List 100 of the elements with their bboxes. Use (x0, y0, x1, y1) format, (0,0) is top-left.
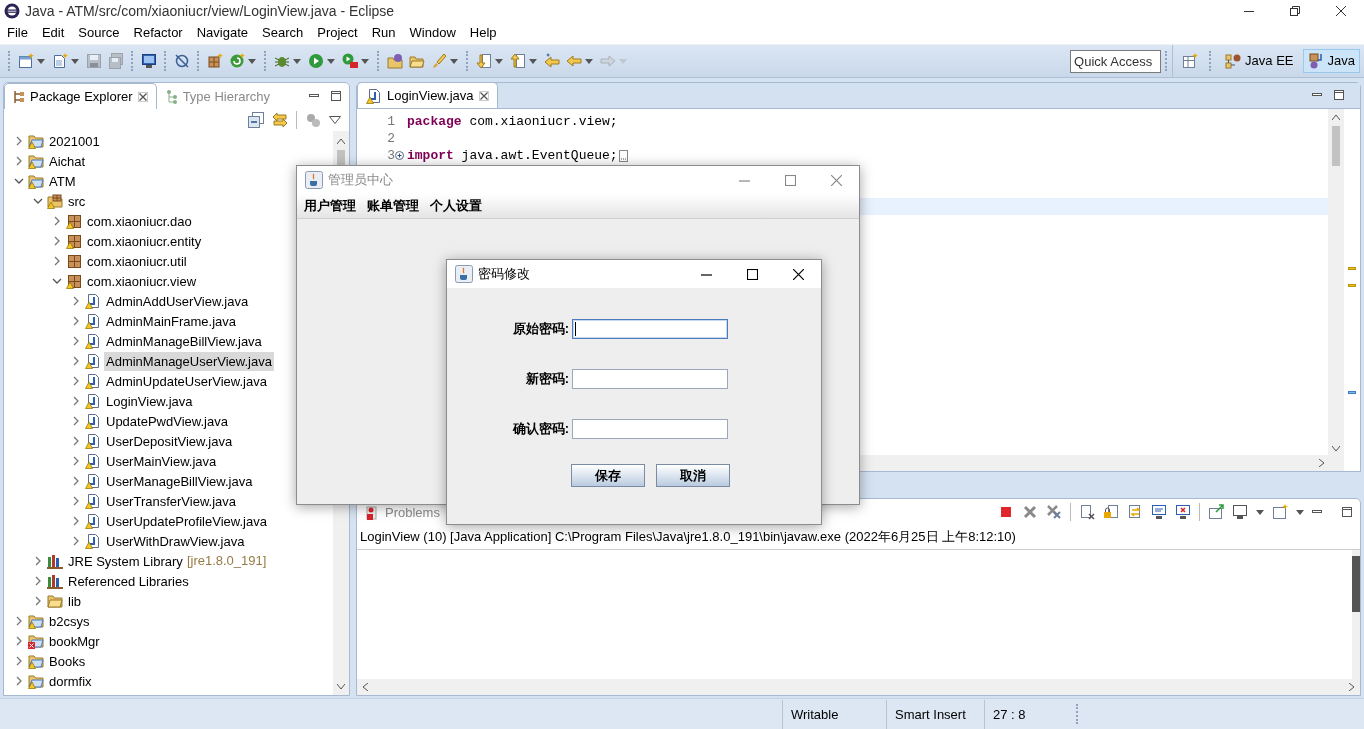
search-field[interactable]: Quick Access (1070, 49, 1162, 73)
resize-grip[interactable] (1076, 704, 1079, 724)
chevron-icon[interactable] (71, 536, 81, 546)
chevron-icon[interactable] (52, 256, 62, 266)
maximize-icon[interactable] (1334, 90, 1344, 100)
tree-item[interactable]: UserWithDrawView.java (104, 531, 247, 551)
chevron-icon[interactable] (52, 216, 62, 226)
tree-item[interactable]: b2csys (47, 611, 92, 631)
lock-document-icon[interactable] (1103, 504, 1119, 520)
dialog-button[interactable]: 取消 (656, 464, 730, 487)
menu-item[interactable]: Search (255, 22, 311, 44)
perspective-button[interactable]: Java EE (1220, 49, 1299, 73)
tree-item[interactable]: src (66, 191, 88, 211)
menu-item[interactable]: Window (402, 22, 463, 44)
tree-item[interactable]: UserManageBillView.java (104, 471, 255, 491)
menu-item[interactable]: Refactor (126, 22, 190, 44)
tree-item[interactable]: AdminManageUserView.java (104, 351, 274, 371)
document-arrows-icon[interactable] (1127, 504, 1143, 520)
collapse-all-icon[interactable] (248, 112, 264, 128)
menu-item[interactable]: Project (310, 22, 365, 44)
tree-item[interactable]: UserMainView.java (104, 451, 219, 471)
input-field[interactable] (572, 369, 728, 389)
tree-item[interactable]: lib (66, 591, 83, 611)
chevron-icon[interactable] (14, 176, 24, 186)
grid-star-icon[interactable] (1182, 53, 1199, 69)
monitor-x-icon[interactable] (1175, 504, 1191, 520)
menu-item[interactable]: Edit (34, 22, 72, 44)
tree-item[interactable]: Aichat (47, 151, 88, 171)
tree-item[interactable]: ATM (47, 171, 78, 191)
chevron-icon[interactable] (14, 656, 24, 666)
pin-window-icon[interactable] (1208, 504, 1224, 520)
menu-item[interactable]: Run (364, 22, 403, 44)
chevron-icon[interactable] (14, 636, 24, 646)
chevron-icon[interactable] (71, 396, 81, 406)
scrollbar[interactable] (357, 679, 1360, 695)
two-arrows-icon[interactable] (272, 112, 288, 128)
fold-plus-icon[interactable] (395, 151, 404, 160)
view-menu-icon[interactable] (329, 116, 341, 124)
gears-icon[interactable] (305, 112, 321, 128)
input-field[interactable] (572, 419, 728, 439)
menu-item[interactable]: 账单管理 (364, 196, 422, 216)
chevron-icon[interactable] (71, 376, 81, 386)
tree-item[interactable]: JRE System Library (66, 551, 185, 571)
chevron-icon[interactable] (33, 596, 43, 606)
menu-item[interactable]: Navigate (189, 22, 255, 44)
monitor-icon[interactable] (1232, 504, 1248, 520)
menu-item[interactable]: File (0, 22, 35, 44)
chevron-icon[interactable] (14, 616, 24, 626)
tree-item[interactable]: AdminUpdateUserView.java (104, 371, 269, 391)
chevron-icon[interactable] (71, 456, 81, 466)
tree-item[interactable]: com.xiaoniucr.dao (85, 211, 194, 231)
document-x-icon[interactable] (1079, 504, 1095, 520)
tree-item[interactable]: AdminMainFrame.java (104, 311, 239, 331)
chevron-icon[interactable] (52, 236, 62, 246)
input-field[interactable] (572, 319, 728, 339)
chevron-icon[interactable] (14, 676, 24, 686)
chevron-icon[interactable] (71, 416, 81, 426)
tab[interactable]: LoginView.java (357, 82, 498, 108)
chevron-icon[interactable] (33, 556, 43, 566)
menu-item[interactable]: 用户管理 (301, 196, 359, 216)
tree-item[interactable]: 2021001 (47, 131, 102, 151)
tree-item[interactable]: LoginView.java (104, 391, 195, 411)
tree-item[interactable]: UserDepositView.java (104, 431, 235, 451)
occurrence-marker[interactable] (1348, 391, 1356, 394)
tab[interactable]: Type Hierarchy (156, 83, 280, 109)
warning-marker[interactable] (1348, 284, 1356, 287)
maximize-icon[interactable] (331, 91, 341, 101)
scrollbar-thumb[interactable] (1352, 555, 1360, 612)
scrollbar[interactable] (1328, 109, 1344, 471)
chevron-icon[interactable] (14, 136, 24, 146)
perspective-button[interactable]: Java (1302, 49, 1360, 73)
tab[interactable]: Package Explorer (4, 83, 157, 109)
cross-icon[interactable] (1022, 504, 1038, 520)
scrollbar[interactable] (1352, 549, 1360, 679)
chevron-icon[interactable] (71, 476, 81, 486)
maximize-icon[interactable] (1342, 507, 1352, 517)
tree-item[interactable]: Referenced Libraries (66, 571, 191, 591)
tree-item[interactable]: bookMgr (47, 631, 102, 651)
caret-icon[interactable] (1296, 509, 1304, 515)
crosses-icon[interactable] (1046, 504, 1062, 520)
chevron-icon[interactable] (71, 316, 81, 326)
chevron-icon[interactable] (33, 576, 43, 586)
close-icon[interactable] (137, 91, 148, 102)
chevron-icon[interactable] (14, 156, 24, 166)
chevron-icon[interactable] (52, 276, 62, 286)
menu-item[interactable]: Source (71, 22, 127, 44)
close-icon[interactable] (478, 90, 489, 101)
tree-item[interactable]: com.xiaoniucr.util (85, 251, 189, 271)
tree-item[interactable]: UpdatePwdView.java (104, 411, 230, 431)
chevron-icon[interactable] (71, 496, 81, 506)
tree-item[interactable]: Books (47, 651, 88, 671)
warning-marker[interactable] (1348, 267, 1356, 270)
menu-item[interactable]: 个人设置 (427, 196, 485, 216)
speech-monitor-icon[interactable] (1151, 504, 1167, 520)
scrollbar-thumb[interactable] (1332, 126, 1340, 166)
menu-item[interactable]: Help (462, 22, 504, 44)
chevron-icon[interactable] (71, 356, 81, 366)
chevron-icon[interactable] (71, 516, 81, 526)
chevron-icon[interactable] (71, 436, 81, 446)
tree-item[interactable]: AdminAddUserView.java (104, 291, 251, 311)
